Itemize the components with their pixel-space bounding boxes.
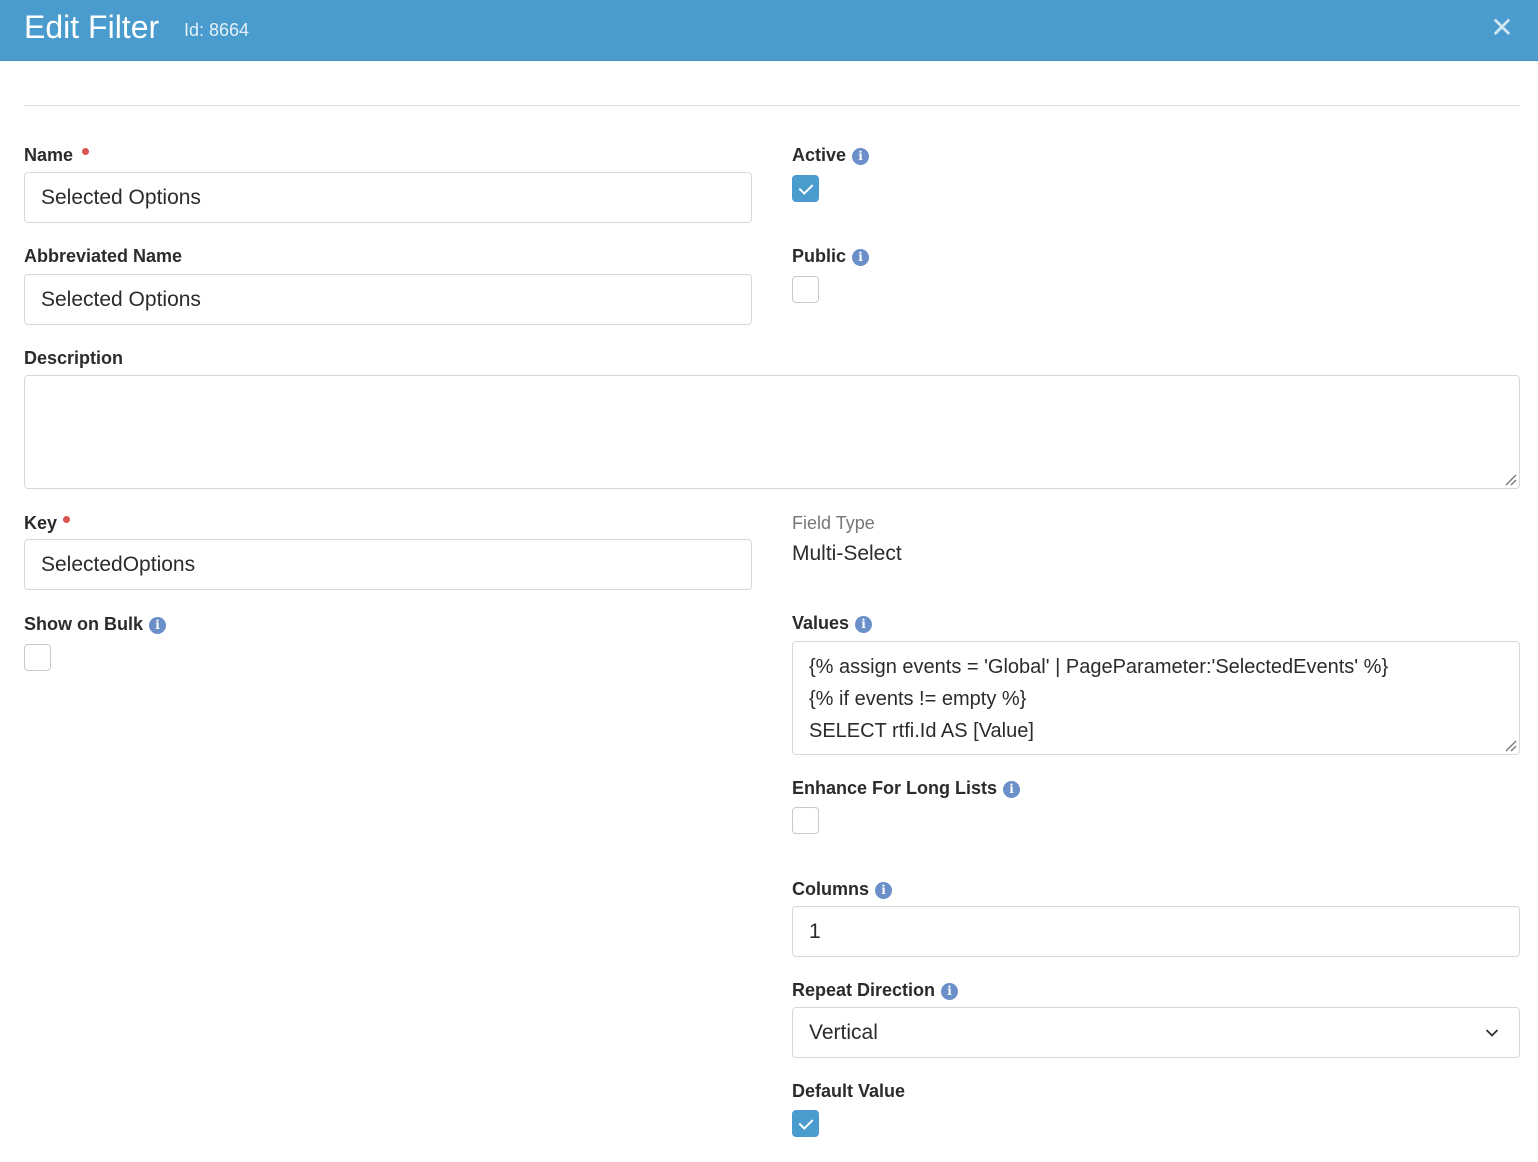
repeat-direction-select[interactable]: Vertical — [792, 1007, 1520, 1058]
resize-handle-icon[interactable] — [1503, 472, 1517, 486]
close-icon[interactable]: ✕ — [1488, 14, 1516, 42]
enhance-for-long-lists-label: Enhance For Long Lists i — [792, 777, 1021, 799]
columns-label-text: Columns — [792, 879, 870, 899]
key-required-indicator — [63, 516, 70, 523]
active-label-text: Active — [792, 145, 847, 165]
key-label: Key — [24, 512, 57, 534]
show-on-bulk-checkbox[interactable] — [24, 644, 51, 671]
key-input[interactable]: SelectedOptions — [24, 539, 752, 590]
show-on-bulk-label-text: Show on Bulk — [24, 614, 143, 634]
key-label-text: Key — [24, 513, 58, 533]
resize-handle-icon[interactable] — [1503, 738, 1517, 752]
columns-label: Columns i — [792, 878, 893, 900]
show-on-bulk-label: Show on Bulk i — [24, 613, 166, 635]
repeat-direction-label-text: Repeat Direction — [792, 980, 936, 1000]
header-divider — [24, 105, 1520, 106]
values-line: {% if events != empty %} — [809, 688, 1027, 710]
abbreviated-name-input[interactable]: Selected Options — [24, 274, 752, 325]
values-label-text: Values — [792, 613, 850, 633]
values-label: Values i — [792, 612, 873, 634]
name-input[interactable]: Selected Options — [24, 172, 752, 223]
abbreviated-name-label: Abbreviated Name — [24, 246, 183, 266]
default-value-checkbox[interactable] — [792, 1110, 819, 1137]
repeat-direction-value: Vertical — [809, 1021, 878, 1044]
public-checkbox[interactable] — [792, 276, 819, 303]
field-type-label: Field Type — [792, 513, 875, 533]
info-icon[interactable]: i — [1003, 781, 1021, 798]
active-label: Active i — [792, 144, 870, 166]
info-icon[interactable]: i — [875, 882, 893, 899]
repeat-direction-label: Repeat Direction i — [792, 979, 959, 1001]
default-value-label: Default Value — [792, 1081, 906, 1101]
info-icon[interactable]: i — [852, 148, 870, 165]
description-label: Description — [24, 348, 124, 368]
name-label: Name — [24, 144, 73, 166]
columns-input[interactable]: 1 — [792, 906, 1520, 957]
info-icon[interactable]: i — [149, 617, 166, 634]
info-icon[interactable]: i — [855, 616, 873, 633]
dialog-header: Edit Filter Id: 8664 ✕ — [0, 0, 1538, 61]
description-textarea[interactable] — [24, 375, 1520, 489]
dialog-id: Id: 8664 — [184, 20, 250, 40]
public-label-text: Public — [792, 246, 847, 266]
values-line: SELECT rtfi.Id AS [Value] — [809, 720, 1034, 742]
info-icon[interactable]: i — [941, 983, 959, 1000]
values-line: {% assign events = 'Global' | PageParame… — [809, 656, 1389, 678]
info-icon[interactable]: i — [852, 249, 870, 266]
name-required-indicator — [82, 148, 89, 155]
dialog-title: Edit Filter — [24, 9, 160, 45]
chevron-down-icon — [1486, 1029, 1498, 1037]
enhance-for-long-lists-checkbox[interactable] — [792, 807, 819, 834]
values-textarea[interactable]: {% assign events = 'Global' | PageParame… — [792, 641, 1520, 755]
name-label-text: Name — [24, 145, 74, 165]
active-checkbox[interactable] — [792, 175, 819, 202]
public-label: Public i — [792, 245, 870, 267]
field-type-value: Multi-Select — [792, 542, 902, 565]
enhance-for-long-lists-label-text: Enhance For Long Lists — [792, 778, 998, 798]
